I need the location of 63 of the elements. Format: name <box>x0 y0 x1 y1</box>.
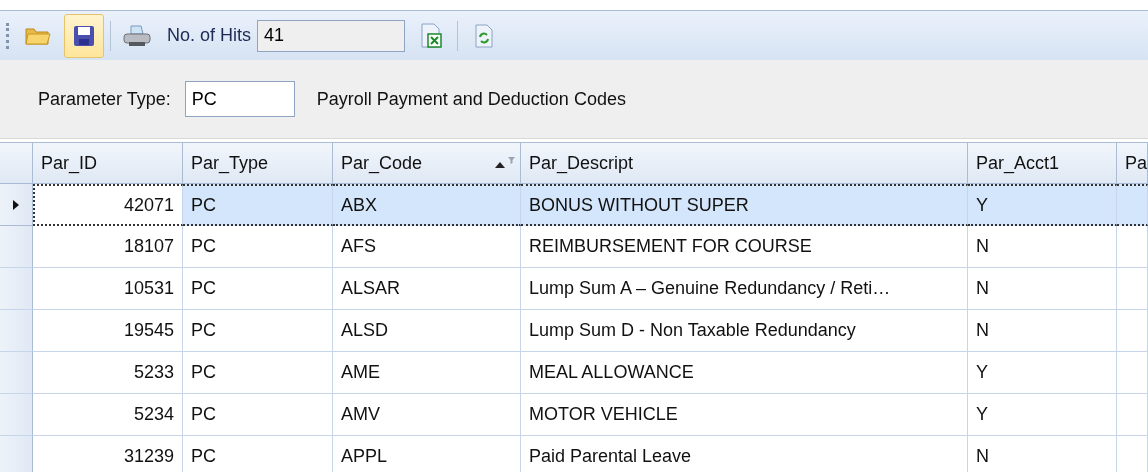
current-row-icon <box>12 198 20 211</box>
hits-field[interactable]: 41 <box>257 19 406 52</box>
table-cell: N <box>968 226 1117 268</box>
table-cell: PC <box>183 268 333 310</box>
table-cell: ALSD <box>333 310 521 352</box>
grip-icon[interactable] <box>6 22 12 49</box>
table-cell: PC <box>183 436 333 472</box>
parameter-description: Payroll Payment and Deduction Codes <box>316 88 626 110</box>
table-cell: BONUS WITHOUT SUPER <box>521 184 968 226</box>
parameter-type-label: Parameter Type: <box>38 88 171 110</box>
table-cell <box>1117 268 1148 310</box>
table-cell <box>1117 352 1148 394</box>
column-header[interactable]: Par_Descript <box>521 142 968 184</box>
table-cell: 42071 <box>33 184 183 226</box>
table-cell: Paid Parental Leave <box>521 436 968 472</box>
column-title: Pa <box>1125 152 1147 174</box>
column-header[interactable]: Pa <box>1117 142 1148 184</box>
column-title: Par_Descript <box>529 152 634 174</box>
table-cell: AFS <box>333 226 521 268</box>
table-cell: PC <box>183 394 333 436</box>
column-title: Par_ID <box>41 152 98 174</box>
parameter-type-field[interactable]: PC <box>184 81 295 117</box>
table-cell: AME <box>333 352 521 394</box>
hits-label: No. of Hits <box>167 25 252 46</box>
table-cell: 18107 <box>33 226 183 268</box>
table-cell: ALSAR <box>333 268 521 310</box>
sort-ascending-icon[interactable] <box>494 156 516 170</box>
column-header[interactable]: Par_Type <box>183 142 333 184</box>
column-header[interactable]: Par_ID <box>33 142 183 184</box>
column-header[interactable]: Par_Acct1 <box>968 142 1117 184</box>
table-cell: 5234 <box>33 394 183 436</box>
table-cell <box>1117 226 1148 268</box>
column-header[interactable]: Par_Code <box>333 142 521 184</box>
table-cell: PC <box>183 184 333 226</box>
table-cell: APPL <box>333 436 521 472</box>
row-indicator[interactable] <box>0 184 33 226</box>
column-title: Par_Type <box>191 152 269 174</box>
column-title: Par_Code <box>341 152 423 174</box>
table-cell: N <box>968 436 1117 472</box>
table-cell: ABX <box>333 184 521 226</box>
table-cell: Lump Sum D - Non Taxable Redundancy <box>521 310 968 352</box>
table-cell: REIMBURSEMENT FOR COURSE <box>521 226 968 268</box>
table-cell <box>1117 394 1148 436</box>
table-cell: 31239 <box>33 436 183 472</box>
table-cell: PC <box>183 310 333 352</box>
table-cell: 5233 <box>33 352 183 394</box>
table-cell: Y <box>968 184 1117 226</box>
table-cell <box>1117 310 1148 352</box>
table-cell <box>1117 184 1148 226</box>
table-cell: MEAL ALLOWANCE <box>521 352 968 394</box>
table-cell: Y <box>968 394 1117 436</box>
table-cell: N <box>968 268 1117 310</box>
table-cell: 19545 <box>33 310 183 352</box>
table-cell: MOTOR VEHICLE <box>521 394 968 436</box>
table-cell: PC <box>183 352 333 394</box>
table-cell: AMV <box>333 394 521 436</box>
row-indicator-header <box>0 142 33 184</box>
table-cell: Lump Sum A – Genuine Redundancy / Reti… <box>521 268 968 310</box>
column-title: Par_Acct1 <box>976 152 1060 174</box>
table-cell: N <box>968 310 1117 352</box>
table-cell: 10531 <box>33 268 183 310</box>
table-cell: Y <box>968 352 1117 394</box>
table-cell: PC <box>183 226 333 268</box>
